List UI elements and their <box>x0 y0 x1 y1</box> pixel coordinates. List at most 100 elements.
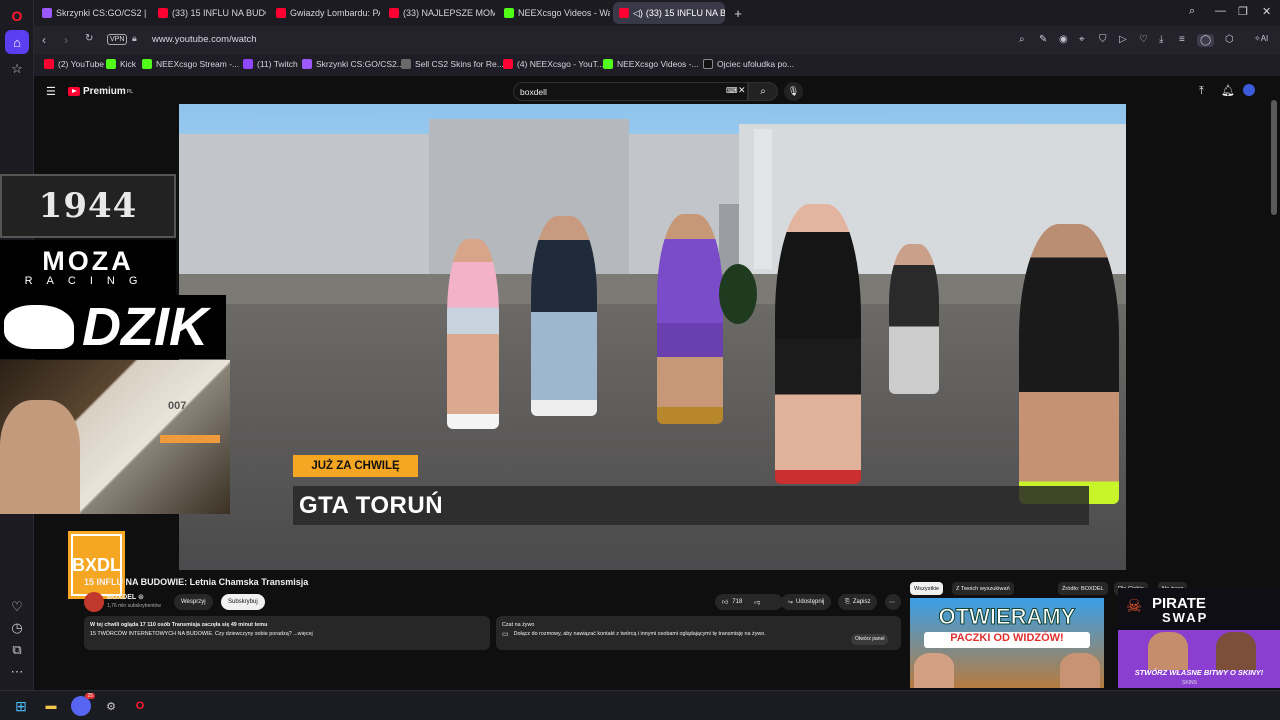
clear-search-icon[interactable]: ✕ <box>738 85 746 96</box>
voice-search-button[interactable]: 🎙︎ <box>784 82 803 101</box>
search-icon: ⌕ <box>760 86 766 97</box>
windows-taskbar: ⊞ ▬ 25 ⚙ O <box>0 690 1280 720</box>
search-input[interactable]: boxdell <box>513 82 748 101</box>
ad-brand: SKINS <box>1182 680 1198 686</box>
bookmark-label: (2) YouTube <box>58 59 104 69</box>
bxdl-logo-badge: BXDL <box>68 531 125 599</box>
save-button[interactable]: ⎘ Zapisz <box>838 594 878 610</box>
microphone-icon: 🎙︎ <box>787 86 800 96</box>
bookmark-tiktok[interactable]: Ojciec ufoludka po... <box>703 59 794 69</box>
subscribe-button[interactable]: Subskrybuj <box>221 594 265 610</box>
person-4 <box>775 204 861 484</box>
edit-icon[interactable]: ✎ <box>1039 34 1047 45</box>
back-icon[interactable]: ‹ <box>42 33 46 47</box>
bookmark-neex-videos[interactable]: NEEXcsgo Videos -... <box>603 59 699 69</box>
vpn-badge[interactable]: VPN <box>107 34 128 45</box>
bookmark-sell-skins[interactable]: Sell CS2 Skins for Re... <box>401 59 504 69</box>
camera-icon[interactable]: ◉ <box>1059 34 1068 45</box>
opera-icon[interactable]: O <box>130 696 150 716</box>
page-scrollbar[interactable] <box>1271 100 1277 215</box>
tab-3[interactable]: Gwiazdy Lombardu: PACZ <box>270 2 380 24</box>
tab-bar: Skrzynki CS:GO/CS2 | G4S (33) 15 INFLU N… <box>34 0 1280 26</box>
profile-icon[interactable]: ◯ <box>1197 34 1215 47</box>
support-button[interactable]: Wesprzyj <box>174 594 213 610</box>
adblock-icon[interactable]: ⛉ <box>1099 34 1107 45</box>
home-icon[interactable]: ⌂ <box>5 30 29 54</box>
share-icon: ↪ <box>788 599 794 606</box>
download-icon[interactable]: ⤓ <box>1159 34 1163 45</box>
heart-icon[interactable]: ♡ <box>1139 34 1148 45</box>
youtube-play-icon <box>68 87 80 96</box>
description-box[interactable]: W tej chwili ogląda 17 110 osób Transmis… <box>84 616 490 650</box>
cube-icon[interactable]: ⬡ <box>1225 34 1234 45</box>
channel-name[interactable]: BOXDEL ⊛ <box>107 593 144 601</box>
youtube-logo-text: Premium <box>83 86 126 97</box>
file-explorer-icon[interactable]: ▬ <box>41 696 61 716</box>
open-chat-button[interactable]: Otwórz panel <box>851 634 889 645</box>
search-button[interactable]: ⌕ <box>748 82 778 101</box>
steam-icon[interactable]: ⚙ <box>101 696 121 716</box>
chip-all[interactable]: Wszystkie <box>910 582 944 595</box>
forward-icon[interactable]: › <box>64 33 68 47</box>
bookmark-neex-stream[interactable]: NEEXcsgo Stream -... <box>142 59 239 69</box>
new-tab-button[interactable]: + <box>728 2 748 24</box>
bookmark-neex-youtube[interactable]: (4) NEEXcsgo - YouT... <box>503 59 604 69</box>
aria-ai-button[interactable]: ✧AI <box>1254 34 1268 43</box>
minimize-icon[interactable]: — <box>1215 5 1226 17</box>
star-icon[interactable]: ☆ <box>5 57 29 81</box>
tab-5[interactable]: NEEXcsgo Videos - Watch <box>498 2 610 24</box>
upload-icon[interactable]: ⤒ <box>1199 85 1204 98</box>
sponsor-dzik-text: DZIK <box>82 297 208 357</box>
bookmark-label: (4) NEEXcsgo - YouT... <box>517 59 604 69</box>
share-button[interactable]: ↪ Udostępnij <box>781 594 832 610</box>
sparkle-icon: ✧ <box>1254 34 1261 43</box>
live-chat-text: Dołącz do rozmowy, aby nawiązać kontakt … <box>513 631 766 637</box>
account-avatar[interactable] <box>1243 84 1255 96</box>
search-icon[interactable]: ⌕ <box>1019 34 1025 45</box>
more-actions-button[interactable]: ⋯ <box>885 594 901 610</box>
notifications-icon[interactable]: 🔔︎ <box>1221 84 1235 97</box>
url-field[interactable]: www.youtube.com/watch <box>152 34 257 45</box>
channel-avatar[interactable] <box>84 592 104 612</box>
location-icon[interactable]: ⌖ <box>1079 34 1085 45</box>
tab-2[interactable]: (33) 15 INFLU NA BUDOW <box>152 2 266 24</box>
discord-icon[interactable]: 25 <box>71 693 95 716</box>
extensions-icon[interactable]: ⧉ <box>5 638 29 662</box>
ad-pirate-swap[interactable]: ☠ PIRATE SWAP STWÓRZ WŁASNE BITWY O SKIN… <box>1118 588 1280 688</box>
bookmark-kick[interactable]: Kick <box>106 59 136 69</box>
bookmark-twitch[interactable]: (11) Twitch <box>243 59 298 69</box>
tab-1[interactable]: Skrzynki CS:GO/CS2 | G4S <box>36 2 148 24</box>
opera-logo-icon[interactable]: O <box>5 4 29 28</box>
fireplace <box>160 435 220 443</box>
chat-bubble-icon: ▭ <box>502 631 509 638</box>
bookmark-youtube[interactable]: (2) YouTube <box>44 59 104 69</box>
keyboard-icon[interactable]: ⌨ <box>726 86 738 95</box>
windows-start-icon[interactable]: ⊞ <box>11 696 31 716</box>
chip-from-searches[interactable]: Z Twoich wyszukiwań <box>952 582 1014 595</box>
youtube-logo[interactable]: Premium PL <box>68 86 133 97</box>
recommended-thumbnail-1[interactable]: OTWIERAMY PACZKI OD WIDZÓW! <box>910 598 1104 688</box>
tab-label: (33) NAJLEPSZE MOMENT <box>403 8 495 18</box>
tab-4[interactable]: (33) NAJLEPSZE MOMENT <box>383 2 495 24</box>
play-icon[interactable]: ▷ <box>1119 34 1127 45</box>
streamer-figure <box>0 400 80 514</box>
bookmark-skrzynki[interactable]: Skrzynki CS:GO/CS2... <box>302 59 404 69</box>
like-icon[interactable]: 👍︎ <box>722 598 728 606</box>
live-chat-box: Czat na żywo ▭ Dołącz do rozmowy, aby naw… <box>496 616 901 650</box>
like-dislike-group: 👍︎ 718 👎︎ <box>715 594 783 610</box>
tab-6-active[interactable]: ◁)(33) 15 INFLU NA BUD <box>613 2 725 24</box>
hamburger-menu-icon[interactable]: ☰ <box>46 85 56 98</box>
thumb1-line1: OTWIERAMY <box>938 604 1076 630</box>
chip-source[interactable]: Źródło: BOXDEL <box>1058 582 1108 595</box>
webcam-overlay: 007 <box>0 360 230 514</box>
maximize-icon[interactable]: ❐ <box>1238 5 1248 18</box>
search-tabs-icon[interactable]: ⌕ <box>1189 5 1195 18</box>
tab-label: (33) 15 INFLU NA BUD <box>645 8 725 18</box>
dislike-icon[interactable]: 👎︎ <box>754 598 760 606</box>
menu-icon[interactable]: ≡ <box>1179 34 1185 45</box>
reload-icon[interactable]: ↻ <box>85 33 93 44</box>
kick-icon <box>142 59 152 69</box>
history-icon[interactable]: ◷ <box>5 616 29 640</box>
more-icon[interactable]: ⋯ <box>5 660 29 684</box>
close-window-icon[interactable]: ✕ <box>1262 5 1271 18</box>
